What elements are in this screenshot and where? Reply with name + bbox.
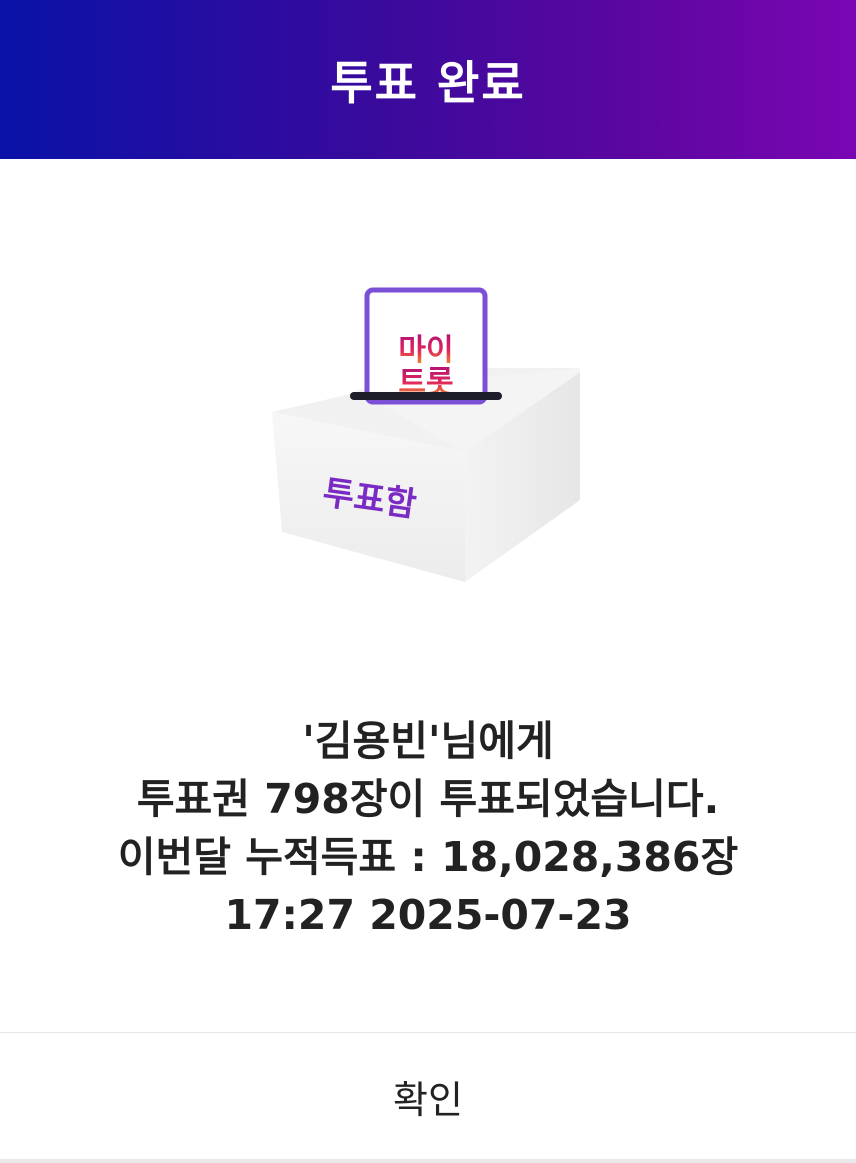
vote-result-message: '김용빈'님에게 투표권 798장이 투표되었습니다. 이번달 누적득표 : 1… (0, 712, 856, 944)
ballot-box-illustration: 마이 트롯 투표함 (272, 287, 580, 582)
vote-complete-dialog: 투표 완료 마이 트롯 투표함 '김용빈'님에게 투표권 798장이 투표되었습… (0, 0, 856, 1163)
message-recipient: '김용빈'님에게 (302, 717, 554, 765)
ballot-slot (350, 392, 502, 400)
dialog-header: 투표 완료 (0, 0, 856, 159)
ballot-paper: 마이 트롯 (364, 287, 488, 405)
dialog-title: 투표 완료 (330, 55, 526, 110)
ballot-text-1: 마이 (398, 333, 453, 368)
message-timestamp: 17:27 2025-07-23 (224, 891, 632, 939)
message-monthly-total: 이번달 누적득표 : 18,028,386장 (117, 833, 739, 881)
message-vote-count: 투표권 798장이 투표되었습니다. (136, 775, 720, 823)
confirm-button[interactable]: 확인 (0, 1033, 856, 1159)
dialog-bottom-edge (0, 1159, 856, 1163)
